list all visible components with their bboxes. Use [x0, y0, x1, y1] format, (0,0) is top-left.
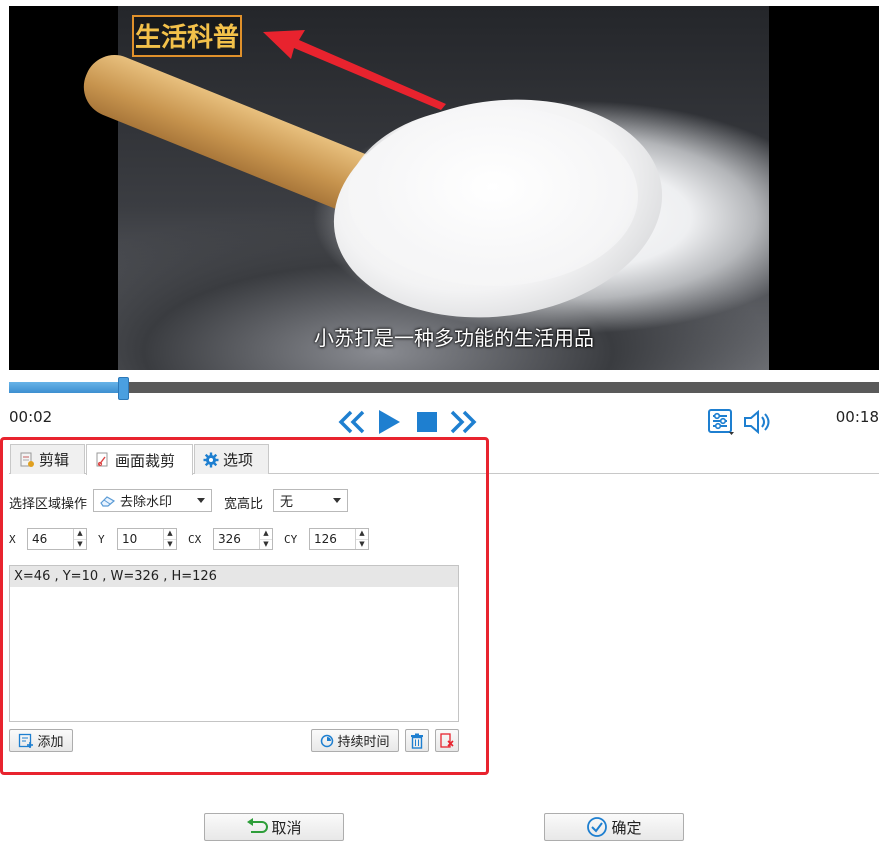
check-circle-icon: [587, 817, 608, 837]
play-button[interactable]: [373, 405, 405, 439]
ok-button[interactable]: 确定: [544, 813, 684, 841]
end-time: 00:18: [835, 408, 879, 426]
volume-icon: [744, 410, 770, 434]
video-preview: 生活科普 小苏打是一种多功能的生活用品: [9, 6, 879, 370]
undo-arrow-icon: [247, 818, 269, 833]
forward-button[interactable]: [447, 405, 479, 439]
current-time: 00:02: [9, 408, 53, 426]
crop-icon: [96, 452, 108, 467]
settings-button[interactable]: [705, 405, 737, 439]
progress-handle[interactable]: [118, 377, 130, 400]
watermark-logo: 生活科普: [132, 15, 242, 57]
rewind-button[interactable]: [336, 405, 368, 439]
cancel-button[interactable]: 取消: [204, 813, 344, 841]
highlight-frame: [0, 437, 489, 775]
tab-crop[interactable]: 画面裁剪: [86, 444, 193, 475]
stop-icon: [417, 412, 437, 432]
video-subtitle: 小苏打是一种多功能的生活用品: [314, 326, 594, 350]
rewind-icon: [338, 410, 365, 434]
cancel-button-label: 取消: [271, 818, 302, 837]
powder-image: [348, 106, 638, 286]
red-arrow-icon: [263, 30, 446, 110]
progress-fill: [9, 382, 124, 393]
forward-icon: [450, 410, 477, 434]
volume-button[interactable]: [742, 405, 774, 439]
progress-track[interactable]: [9, 382, 879, 393]
ok-button-label: 确定: [611, 818, 642, 837]
play-icon: [379, 410, 400, 434]
stop-button[interactable]: [412, 405, 442, 439]
equalizer-settings-icon: [708, 409, 734, 435]
tab-crop-label: 画面裁剪: [115, 451, 176, 470]
